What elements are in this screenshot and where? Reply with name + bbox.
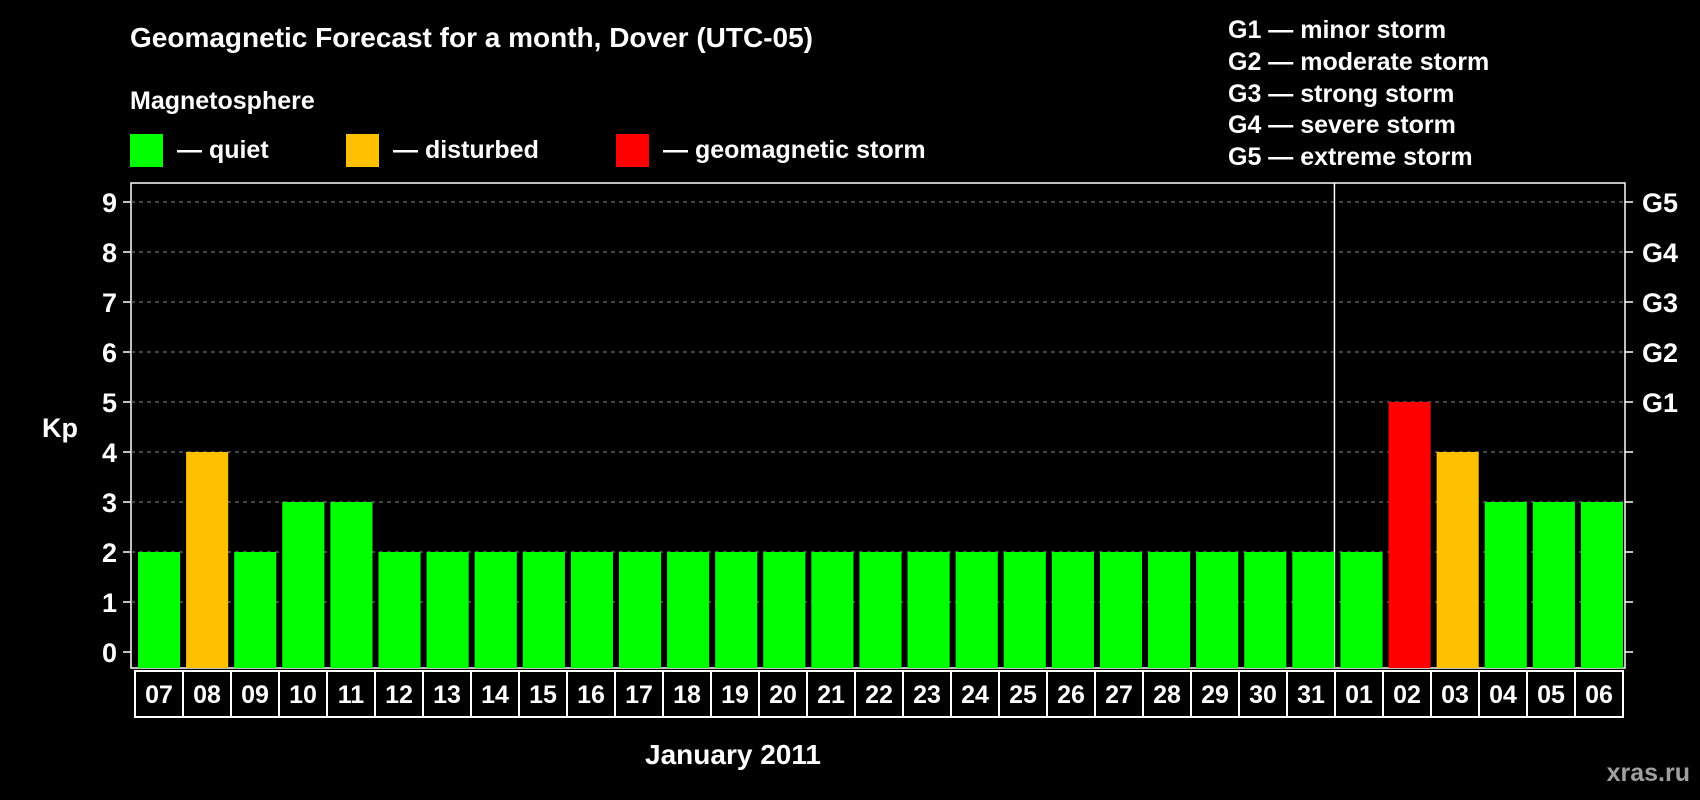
geomagnetic-chart: Geomagnetic Forecast for a month, Dover …	[0, 0, 1700, 800]
day-label-07: 07	[145, 681, 173, 709]
day-label-05: 05	[1537, 681, 1565, 709]
day-label-14: 14	[481, 681, 509, 709]
bar-26	[1051, 552, 1094, 668]
y-tick-label: 8	[102, 238, 117, 268]
right-axis-label-g4: G4	[1642, 238, 1678, 268]
bar-05	[1532, 502, 1575, 668]
bar-20	[763, 552, 806, 668]
day-label-15: 15	[529, 681, 557, 709]
day-label-16: 16	[577, 681, 605, 709]
storm-scale-g4: G4 — severe storm	[1228, 111, 1456, 139]
y-tick-label: 6	[102, 338, 117, 368]
bar-11	[330, 502, 373, 668]
y-axis-label: Kp	[42, 413, 78, 443]
right-axis-label-g3: G3	[1642, 288, 1678, 318]
y-tick-label: 1	[102, 588, 117, 618]
bar-12	[378, 552, 421, 668]
bar-18	[667, 552, 710, 668]
bar-31	[1292, 552, 1335, 668]
bar-28	[1148, 552, 1191, 668]
storm-scale-g1: G1 — minor storm	[1228, 16, 1446, 44]
bar-03	[1436, 452, 1479, 668]
legend-label-quiet: — quiet	[177, 136, 269, 164]
bar-01	[1340, 552, 1383, 668]
y-tick-label: 5	[102, 388, 117, 418]
legend-swatch-disturbed	[346, 134, 379, 167]
day-label-12: 12	[385, 681, 413, 709]
day-label-11: 11	[338, 681, 365, 709]
day-label-17: 17	[625, 681, 653, 709]
right-axis-label-g1: G1	[1642, 388, 1678, 418]
bar-25	[1003, 552, 1046, 668]
day-label-31: 31	[1297, 681, 1325, 709]
bar-22	[859, 552, 902, 668]
day-label-03: 03	[1441, 681, 1469, 709]
bar-09	[234, 552, 277, 668]
y-tick-label: 2	[102, 538, 117, 568]
day-label-26: 26	[1057, 681, 1085, 709]
right-axis-label-g5: G5	[1642, 188, 1678, 218]
bar-15	[522, 552, 565, 668]
bar-08	[186, 452, 229, 668]
day-label-10: 10	[289, 681, 317, 709]
y-tick-label: 0	[102, 638, 117, 668]
day-label-04: 04	[1489, 681, 1517, 709]
watermark: xras.ru	[1607, 759, 1690, 787]
day-label-20: 20	[769, 681, 797, 709]
day-label-22: 22	[865, 681, 893, 709]
bar-30	[1244, 552, 1287, 668]
day-label-13: 13	[433, 681, 461, 709]
x-axis-label: January 2011	[645, 739, 821, 770]
day-label-08: 08	[193, 681, 221, 709]
bar-06	[1580, 502, 1623, 668]
legend: — quiet — disturbed — geomagnetic storm	[130, 134, 926, 167]
day-label-28: 28	[1153, 681, 1181, 709]
bar-02	[1388, 402, 1431, 668]
bar-04	[1484, 502, 1527, 668]
day-label-23: 23	[913, 681, 941, 709]
legend-swatch-quiet	[130, 134, 163, 167]
day-label-25: 25	[1009, 681, 1037, 709]
chart-title: Geomagnetic Forecast for a month, Dover …	[130, 22, 813, 53]
bar-10	[282, 502, 325, 668]
y-tick-label: 4	[102, 438, 117, 468]
storm-scale-g5: G5 — extreme storm	[1228, 143, 1473, 171]
bar-24	[955, 552, 998, 668]
bar-27	[1099, 552, 1143, 668]
right-axis-label-g2: G2	[1642, 338, 1678, 368]
day-label-01: 01	[1345, 681, 1373, 709]
bar-07	[138, 552, 181, 668]
day-label-18: 18	[673, 681, 701, 709]
day-label-27: 27	[1105, 681, 1133, 709]
day-label-02: 02	[1393, 681, 1421, 709]
bar-29	[1196, 552, 1239, 668]
day-label-30: 30	[1249, 681, 1277, 709]
bar-21	[811, 552, 854, 668]
legend-label-storm: — geomagnetic storm	[663, 136, 926, 164]
day-label-06: 06	[1585, 681, 1613, 709]
day-label-19: 19	[721, 681, 749, 709]
bar-16	[570, 552, 613, 668]
y-tick-label: 9	[102, 188, 117, 218]
bar-17	[618, 552, 662, 668]
bar-19	[715, 552, 758, 668]
legend-heading: Magnetosphere	[130, 87, 315, 115]
storm-scale-g3: G3 — strong storm	[1228, 80, 1454, 108]
bar-14	[474, 552, 517, 668]
day-label-09: 09	[241, 681, 269, 709]
day-label-21: 21	[817, 681, 845, 709]
day-label-24: 24	[961, 681, 989, 709]
storm-scale-g2: G2 — moderate storm	[1228, 48, 1489, 76]
legend-swatch-storm	[616, 134, 649, 167]
day-label-29: 29	[1201, 681, 1229, 709]
y-tick-label: 7	[102, 288, 117, 318]
bar-23	[907, 552, 950, 668]
bar-13	[426, 552, 469, 668]
y-tick-label: 3	[102, 488, 117, 518]
legend-label-disturbed: — disturbed	[393, 136, 539, 164]
